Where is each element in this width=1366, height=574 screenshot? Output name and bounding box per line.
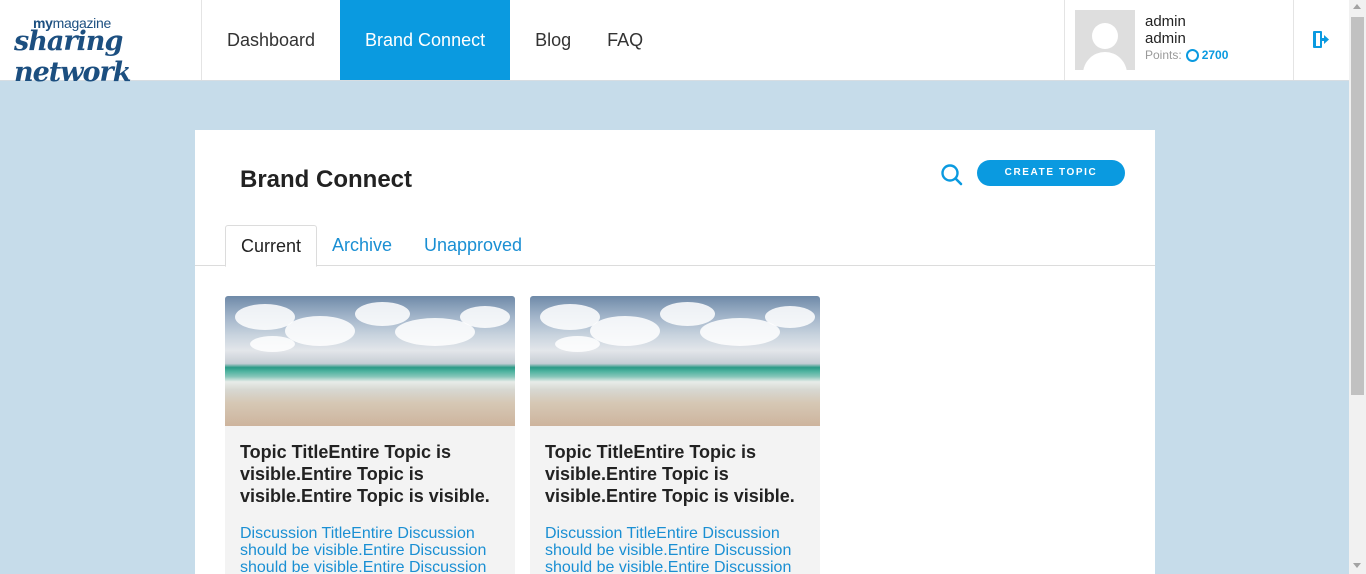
- discussion-link[interactable]: Discussion TitleEntire Discussion should…: [240, 525, 502, 574]
- vertical-scrollbar[interactable]: [1349, 0, 1366, 574]
- avatar[interactable]: [1075, 10, 1135, 70]
- page-title: Brand Connect: [240, 166, 413, 193]
- nav-item-faq[interactable]: FAQ: [596, 0, 661, 80]
- topic-title[interactable]: Topic TitleEntire Topic is visible.Entir…: [545, 441, 807, 507]
- nav-item-blog[interactable]: Blog: [510, 0, 596, 80]
- logout-button[interactable]: [1294, 0, 1349, 80]
- discussion-link[interactable]: Discussion TitleEntire Discussion should…: [545, 525, 807, 574]
- nav-item-brand-connect[interactable]: Brand Connect: [340, 0, 511, 80]
- points-icon: [1185, 48, 1199, 62]
- brand-connect-panel: Brand Connect CREATE TOPIC Current Archi…: [195, 130, 1155, 574]
- nav-item-dashboard[interactable]: Dashboard: [202, 0, 340, 80]
- tab-archive[interactable]: Archive: [332, 225, 392, 266]
- search-button[interactable]: [939, 162, 965, 188]
- user-points: Points: 2700: [1145, 48, 1228, 62]
- logout-icon: [1313, 31, 1329, 48]
- top-navigation-bar: mymagazine sharing network Dashboard Bra…: [0, 0, 1349, 88]
- avatar-head-shape: [1092, 23, 1118, 49]
- points-label: Points:: [1145, 48, 1182, 62]
- topic-card[interactable]: Topic TitleEntire Topic is visible.Entir…: [530, 296, 820, 574]
- topic-image: [530, 296, 820, 426]
- site-logo[interactable]: mymagazine sharing network: [0, 0, 202, 88]
- scroll-down-arrow-icon[interactable]: [1353, 563, 1361, 568]
- logo-big-text: sharing network: [14, 26, 131, 88]
- scrollbar-thumb[interactable]: [1351, 17, 1364, 395]
- search-icon: [941, 164, 963, 186]
- tab-current[interactable]: Current: [225, 225, 317, 267]
- points-value: 2700: [1201, 48, 1229, 62]
- user-first-name: admin: [1145, 13, 1186, 30]
- create-topic-button[interactable]: CREATE TOPIC: [977, 160, 1125, 186]
- user-profile[interactable]: admin admin Points: 2700: [1064, 0, 1294, 80]
- topic-tabs: Current Archive Unapproved: [195, 225, 1155, 267]
- main-nav: Dashboard Brand Connect Blog FAQ: [202, 0, 661, 80]
- scroll-up-arrow-icon[interactable]: [1353, 4, 1361, 9]
- user-last-name: admin: [1145, 30, 1186, 47]
- topic-card[interactable]: Topic TitleEntire Topic is visible.Entir…: [225, 296, 515, 574]
- avatar-body-shape: [1083, 52, 1127, 70]
- tab-unapproved[interactable]: Unapproved: [424, 225, 522, 266]
- topic-title[interactable]: Topic TitleEntire Topic is visible.Entir…: [240, 441, 502, 507]
- topic-image: [225, 296, 515, 426]
